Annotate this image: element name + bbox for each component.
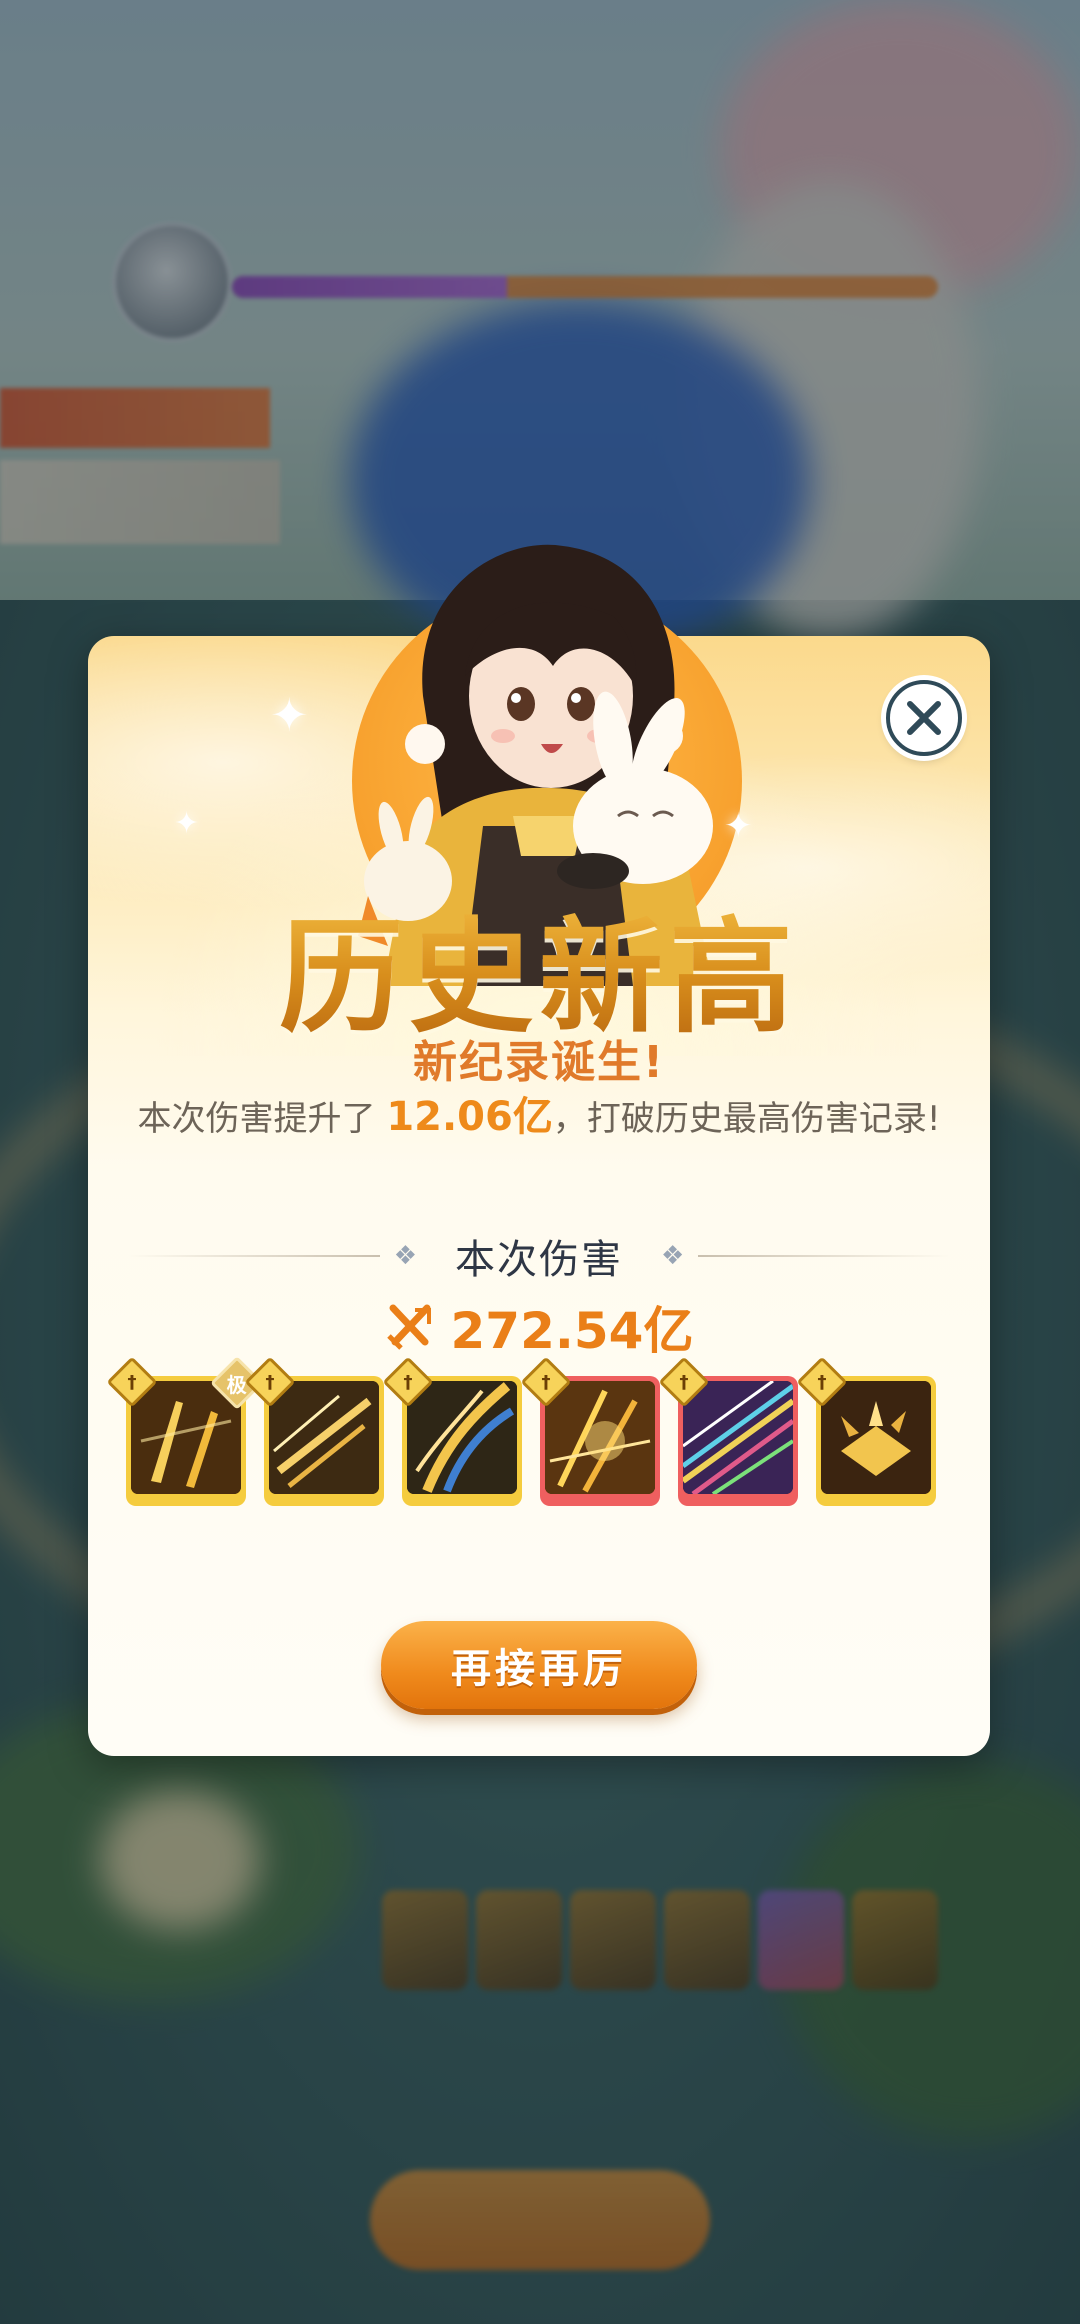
new-record-popup: ✦ ✦ ✦ 历史新高 新纪录诞生! 本次伤害提升了 12.06亿，打破历史最高伤… (88, 544, 990, 1756)
try-again-button[interactable]: 再接再厉 (381, 1621, 697, 1709)
damage-section-header: ❖ 本次伤害 ❖ (128, 1226, 950, 1286)
section-title: 本次伤害 (455, 1237, 623, 1283)
skill-card[interactable]: † (244, 1356, 384, 1506)
sparkle-icon: ✦ (174, 806, 200, 841)
skill-art (545, 1381, 655, 1494)
skill-list: † 极 † † † † † (106, 1356, 956, 1506)
skill-art (269, 1381, 379, 1494)
close-icon (907, 701, 941, 735)
damage-value: 272.54亿 (450, 1302, 694, 1360)
skill-art (407, 1381, 517, 1494)
sparkle-icon: ✦ (270, 688, 309, 742)
divider-line (128, 1255, 380, 1257)
improvement-value: 12.06亿 (386, 1094, 553, 1140)
crossed-swords-icon (386, 1304, 431, 1350)
damage-row: 272.54亿 (88, 1292, 990, 1362)
skill-art (821, 1381, 931, 1494)
skill-card[interactable]: † (520, 1356, 660, 1506)
diamond-ornament-icon: ❖ (661, 1241, 685, 1271)
diamond-ornament-icon: ❖ (393, 1241, 417, 1271)
description-suffix: ，打破历史最高伤害记录! (552, 1099, 941, 1139)
skill-card[interactable]: † 极 (106, 1356, 264, 1506)
skill-card[interactable]: † (382, 1356, 522, 1506)
try-again-label: 再接再厉 (451, 1646, 627, 1692)
description-prefix: 本次伤害提升了 (137, 1099, 376, 1139)
close-button[interactable] (886, 680, 962, 756)
divider-line (698, 1255, 950, 1257)
skill-art (683, 1381, 793, 1494)
record-description: 本次伤害提升了 12.06亿，打破历史最高伤害记录! (88, 1084, 990, 1142)
skill-card[interactable]: † (796, 1356, 936, 1506)
popup-subtitle: 新纪录诞生! (412, 1037, 666, 1088)
skill-card[interactable]: † (658, 1356, 798, 1506)
